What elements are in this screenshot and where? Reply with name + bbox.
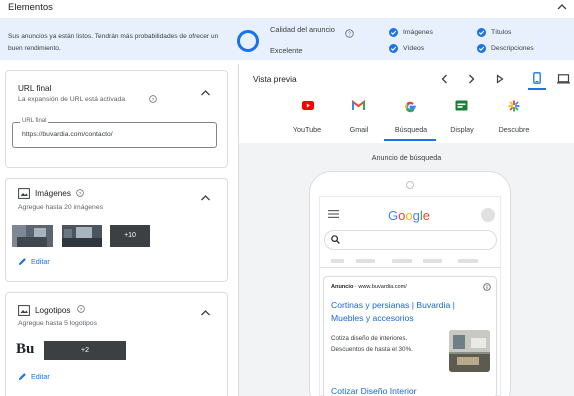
collapse-card-icon[interactable] bbox=[200, 309, 211, 317]
image-icon bbox=[18, 305, 30, 316]
url-input-label: URL final bbox=[20, 118, 49, 124]
check-icon bbox=[477, 44, 486, 53]
section-title: Elementos bbox=[8, 2, 53, 13]
discover-icon[interactable] bbox=[508, 100, 520, 112]
youtube-icon[interactable] bbox=[302, 100, 314, 111]
svg-text:?: ? bbox=[348, 32, 351, 38]
svg-text:?: ? bbox=[79, 191, 82, 197]
avatar bbox=[481, 208, 495, 222]
google-search-icon[interactable] bbox=[404, 100, 416, 113]
more-logos-tile[interactable]: +2 bbox=[44, 341, 126, 360]
ad-headline: Cortinas y persianas | Buvardia | Mueble… bbox=[331, 300, 455, 323]
collapse-card-icon[interactable] bbox=[200, 194, 211, 202]
check-icon bbox=[477, 28, 486, 37]
tab-youtube[interactable]: YouTube bbox=[282, 125, 332, 134]
check-icon bbox=[389, 44, 398, 53]
play-icon[interactable] bbox=[496, 74, 504, 84]
ready-message: Sus anuncios ya están listos. Tendrán má… bbox=[8, 33, 219, 52]
preview-title: Vista previa bbox=[253, 74, 297, 84]
collapse-card-icon[interactable] bbox=[200, 89, 211, 97]
quality-value: Excelente bbox=[270, 46, 303, 55]
svg-text:?: ? bbox=[80, 307, 83, 313]
url-card-subtitle: La expansión de URL está activada bbox=[18, 96, 126, 103]
quality-title: Calidad del anuncio bbox=[270, 25, 335, 34]
ad-badge: Anuncio bbox=[331, 284, 354, 290]
results-tab bbox=[331, 259, 344, 263]
tab-display[interactable]: Display bbox=[437, 125, 487, 134]
results-tab bbox=[356, 259, 375, 263]
more-images-count: +10 bbox=[124, 232, 136, 239]
ad-source: Anuncio · www.buvardia.com/ bbox=[331, 284, 407, 290]
help-icon[interactable]: ? bbox=[149, 95, 157, 103]
next-icon[interactable] bbox=[468, 74, 475, 84]
image-icon bbox=[18, 188, 30, 199]
images-card-title: Imágenes bbox=[35, 189, 71, 198]
more-logos-count: +2 bbox=[81, 347, 89, 354]
ad-type-label: Anuncio de búsqueda bbox=[371, 153, 442, 162]
logos-card-title: Logotipos bbox=[35, 306, 71, 315]
edit-images-link[interactable]: Editar bbox=[31, 257, 50, 266]
check-label-videos: Vídeos bbox=[403, 45, 425, 52]
results-tab bbox=[392, 259, 412, 263]
google-logo: Google bbox=[388, 208, 430, 223]
ad-description: Cotiza diseño de interiores. Descuentos … bbox=[331, 335, 413, 353]
images-card-subtitle: Agregue hasta 20 imágenes bbox=[18, 204, 104, 211]
more-images-tile[interactable]: +10 bbox=[110, 225, 150, 247]
previous-icon[interactable] bbox=[441, 74, 448, 84]
check-label-titles: Títulos bbox=[491, 29, 512, 36]
svg-text:?: ? bbox=[152, 97, 155, 103]
mobile-device-icon[interactable] bbox=[533, 72, 541, 84]
edit-logos-link[interactable]: Editar bbox=[31, 372, 50, 381]
results-tab bbox=[458, 259, 478, 263]
check-label-images: Imágenes bbox=[403, 29, 433, 36]
tab-gmail[interactable]: Gmail bbox=[334, 125, 384, 134]
check-icon bbox=[389, 28, 398, 37]
check-label-descriptions: Descripciones bbox=[491, 45, 534, 52]
help-icon[interactable]: ? bbox=[77, 305, 85, 313]
url-card-title: URL final bbox=[18, 84, 52, 93]
search-bar bbox=[324, 230, 497, 250]
desktop-device-icon[interactable] bbox=[557, 74, 570, 84]
quality-ring-icon bbox=[237, 30, 259, 52]
url-input-value[interactable]: https://buvardia.com/contacto/ bbox=[22, 131, 113, 138]
image-thumbnail[interactable] bbox=[62, 225, 102, 247]
ad-domain: · www.buvardia.com/ bbox=[354, 284, 407, 290]
results-tab bbox=[423, 259, 442, 263]
tab-search[interactable]: Búsqueda bbox=[385, 125, 437, 134]
display-icon[interactable] bbox=[455, 100, 468, 111]
menu-icon bbox=[328, 210, 339, 218]
edit-pencil-icon[interactable] bbox=[18, 257, 27, 266]
search-icon bbox=[331, 235, 340, 244]
collapse-section-icon[interactable] bbox=[557, 3, 567, 11]
phone-camera bbox=[406, 181, 414, 189]
image-thumbnail[interactable] bbox=[12, 225, 53, 247]
ad-headline-2: Cotizar Diseño Interior bbox=[331, 386, 417, 396]
device-selected-indicator bbox=[528, 88, 546, 90]
help-icon[interactable]: ? bbox=[345, 29, 354, 38]
help-icon[interactable]: ? bbox=[76, 189, 84, 197]
info-icon bbox=[483, 283, 491, 291]
ad-image bbox=[449, 330, 490, 372]
edit-pencil-icon[interactable] bbox=[18, 372, 27, 381]
logos-card-subtitle: Agregue hasta 5 logotipos bbox=[18, 320, 97, 327]
gmail-icon[interactable] bbox=[352, 100, 365, 111]
results-divider bbox=[320, 267, 500, 268]
tab-discover[interactable]: Descubre bbox=[489, 125, 539, 134]
selected-tab-indicator bbox=[384, 139, 436, 141]
logo-thumbnail[interactable]: Bu bbox=[16, 341, 34, 358]
